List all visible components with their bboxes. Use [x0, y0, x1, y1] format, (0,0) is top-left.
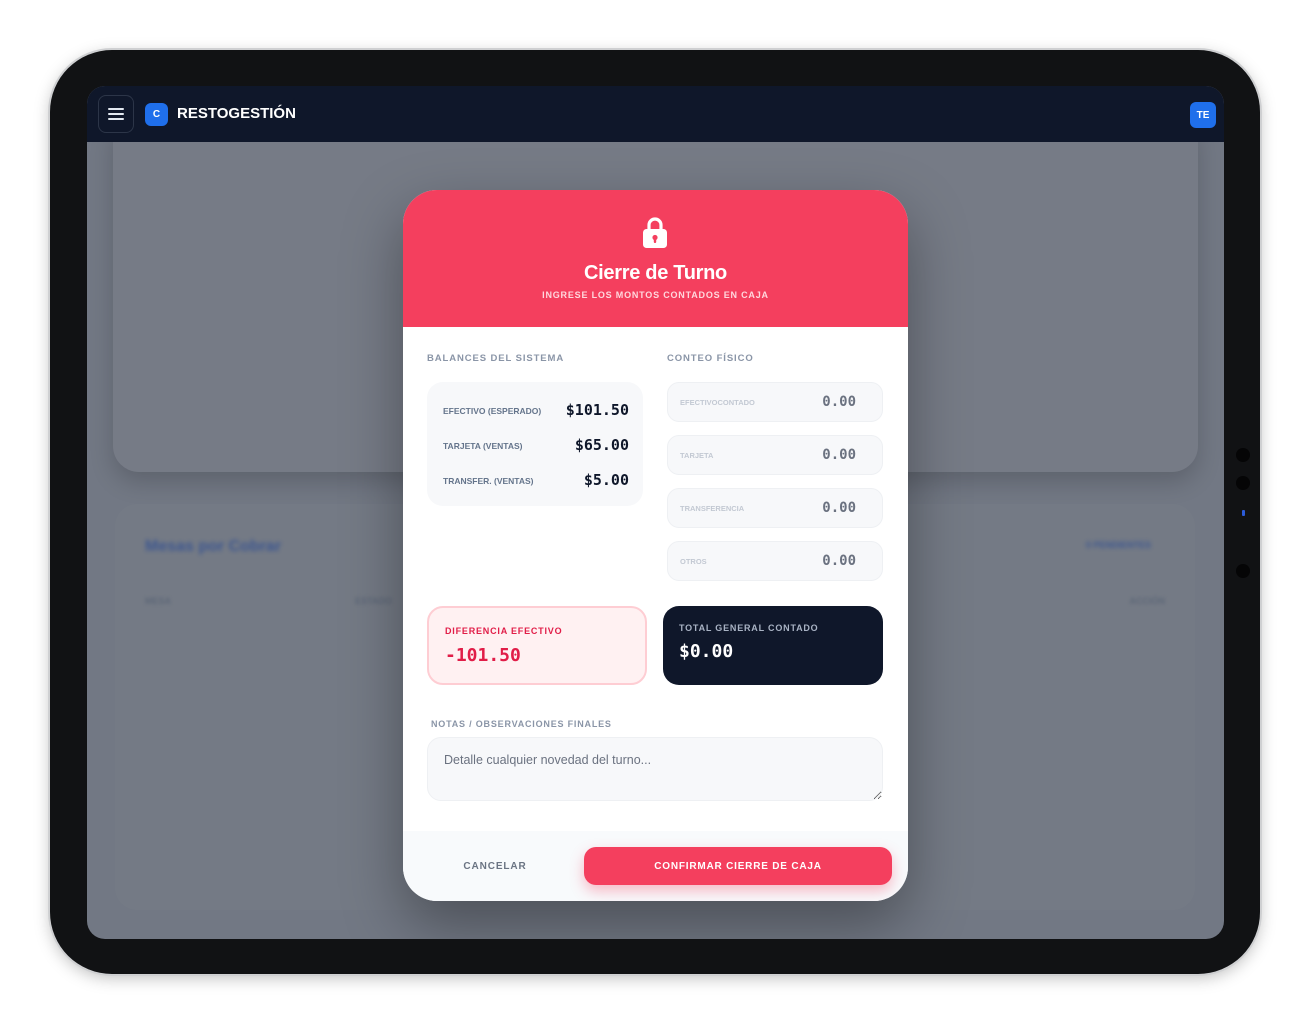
- system-balances-panel: EFECTIVO (ESPERADO) $101.50 TARJETA (VEN…: [427, 382, 643, 506]
- system-balances-label: BALANCES DEL SISTEMA: [427, 353, 565, 364]
- system-row-value: $65.00: [574, 436, 629, 454]
- field-value[interactable]: 0.00: [822, 500, 856, 516]
- system-row-label: TARJETA (VENTAS): [443, 441, 523, 451]
- field-label: TARJETA: [680, 451, 714, 460]
- notes-input[interactable]: [427, 737, 883, 801]
- counted-other-field[interactable]: OTROS 0.00: [667, 541, 883, 581]
- system-row-card: TARJETA (VENTAS) $65.00: [443, 436, 629, 456]
- modal-header: Cierre de Turno INGRESE LOS MONTOS CONTA…: [403, 190, 908, 327]
- modal-title: Cierre de Turno: [584, 262, 727, 284]
- total-counted-label: TOTAL GENERAL CONTADO: [679, 623, 819, 633]
- background-column-header: ESTADO: [355, 596, 392, 606]
- lock-icon: [643, 217, 667, 248]
- field-value[interactable]: 0.00: [822, 447, 856, 463]
- system-row-transfer: TRANSFER. (VENTAS) $5.00: [443, 471, 629, 491]
- tablet-frame: Mesas por Cobrar 0 PENDIENTES MESA ESTAD…: [50, 50, 1260, 974]
- total-counted-card: TOTAL GENERAL CONTADO $0.00: [663, 606, 883, 685]
- counted-transfer-field[interactable]: TRANSFERENCIA 0.00: [667, 488, 883, 528]
- background-column-header: ACCIÓN: [1129, 596, 1166, 606]
- device-sensor-icon: [1242, 510, 1245, 516]
- system-row-label: TRANSFER. (VENTAS): [443, 476, 534, 486]
- notes-label: NOTAS / OBSERVACIONES FINALES: [431, 719, 612, 729]
- device-button-icon: [1236, 476, 1250, 490]
- device-button-icon: [1236, 564, 1250, 578]
- field-label: OTROS: [680, 557, 707, 566]
- hamburger-icon: [108, 118, 124, 120]
- hamburger-icon: [108, 108, 124, 110]
- system-row-cash: EFECTIVO (ESPERADO) $101.50: [443, 401, 629, 421]
- system-row-value: $101.50: [565, 401, 629, 419]
- menu-button[interactable]: [98, 95, 134, 133]
- hamburger-icon: [108, 113, 124, 115]
- physical-count-label: CONTEO FÍSICO: [667, 353, 754, 364]
- device-button-icon: [1236, 448, 1250, 462]
- user-avatar[interactable]: TE: [1190, 102, 1216, 128]
- system-row-value: $5.00: [583, 471, 629, 489]
- close-shift-modal: Cierre de Turno INGRESE LOS MONTOS CONTA…: [403, 190, 908, 901]
- cash-difference-value: -101.50: [445, 645, 521, 666]
- modal-subtitle: INGRESE LOS MONTOS CONTADOS EN CAJA: [542, 290, 769, 300]
- counted-card-field[interactable]: TARJETA 0.00: [667, 435, 883, 475]
- cash-difference-card: DIFERENCIA EFECTIVO -101.50: [427, 606, 647, 685]
- field-label: TRANSFERENCIA: [680, 504, 745, 513]
- brand-logo: C: [145, 103, 168, 126]
- field-label: EFECTIVOCONTADO: [680, 398, 755, 407]
- app-screen: Mesas por Cobrar 0 PENDIENTES MESA ESTAD…: [87, 86, 1224, 939]
- brand-name: RESTOGESTIÓN: [177, 105, 296, 122]
- total-counted-value: $0.00: [679, 641, 734, 662]
- modal-footer: CANCELAR CONFIRMAR CIERRE DE CAJA: [403, 831, 908, 901]
- field-value[interactable]: 0.00: [822, 394, 856, 410]
- cancel-button[interactable]: CANCELAR: [433, 847, 557, 885]
- background-column-header: MESA: [145, 596, 172, 606]
- background-section-title: Mesas por Cobrar: [145, 538, 282, 555]
- counted-cash-field[interactable]: EFECTIVOCONTADO 0.00: [667, 382, 883, 422]
- background-badge: 0 PENDIENTES: [1085, 540, 1151, 550]
- field-value[interactable]: 0.00: [822, 553, 856, 569]
- cash-difference-label: DIFERENCIA EFECTIVO: [445, 626, 563, 636]
- confirm-close-button[interactable]: CONFIRMAR CIERRE DE CAJA: [584, 847, 892, 885]
- top-bar: C RESTOGESTIÓN TE: [87, 86, 1224, 142]
- system-row-label: EFECTIVO (ESPERADO): [443, 406, 542, 416]
